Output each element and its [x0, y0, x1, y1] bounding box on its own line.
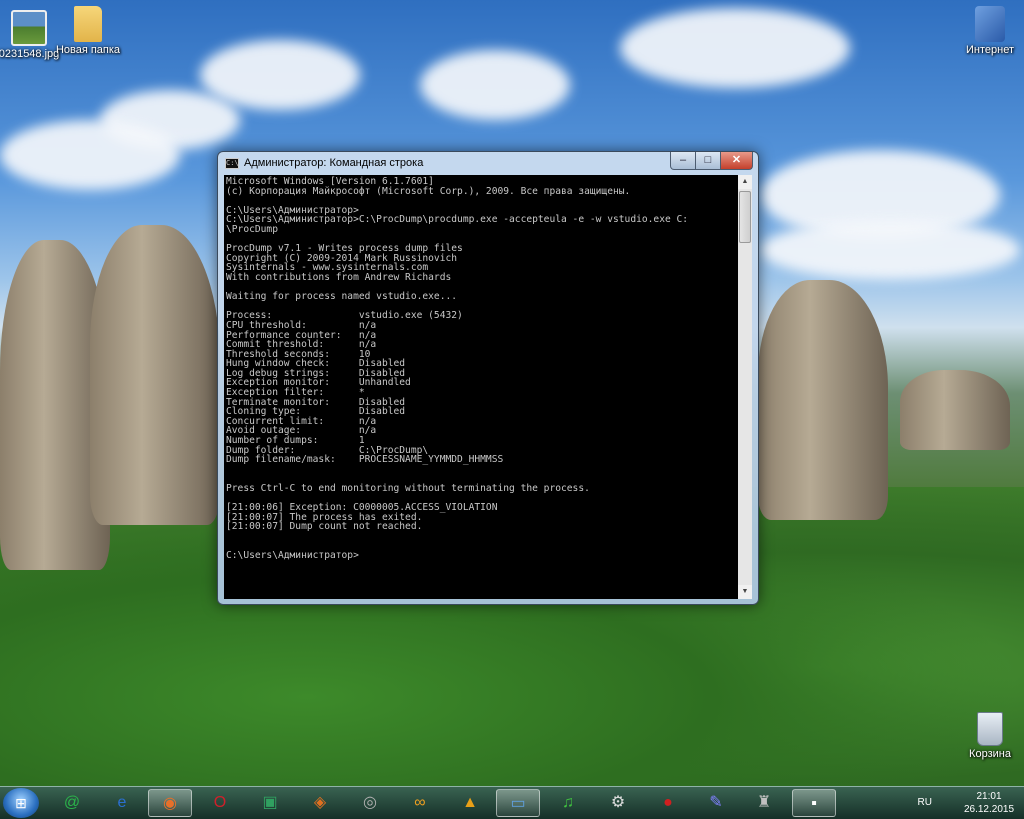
scroll-up-icon[interactable]: ▲: [738, 175, 752, 189]
player-app-icon[interactable]: ◎: [348, 789, 392, 817]
pen-app-icon[interactable]: ✎: [694, 789, 738, 817]
clock-date: 26.12.2015: [963, 804, 1015, 815]
swirl-app-icon[interactable]: ∞: [398, 789, 442, 817]
recycle-bin-icon: [977, 712, 1003, 746]
bottle-app-icon[interactable]: ♜: [742, 789, 786, 817]
scrollbar-thumb[interactable]: [739, 191, 751, 243]
maximize-button[interactable]: □: [695, 152, 721, 170]
desktop-icon-label: Корзина: [969, 748, 1011, 760]
eye-app-icon[interactable]: ◈: [298, 789, 342, 817]
windows-logo-icon: ⊞: [15, 795, 27, 811]
desktop-icon-label: Новая папка: [55, 44, 121, 56]
firefox-icon[interactable]: ◉: [148, 789, 192, 817]
console-text: Microsoft Windows [Version 6.1.7601] (c)…: [226, 176, 689, 562]
clock-time: 21:01: [976, 791, 1002, 802]
command-prompt-window[interactable]: C:\ Администратор: Командная строка – □ …: [217, 151, 759, 605]
system-clock[interactable]: 21:01 26.12.2015: [958, 790, 1020, 816]
console-output[interactable]: Microsoft Windows [Version 6.1.7601] (c)…: [224, 175, 738, 599]
close-button[interactable]: ✕: [720, 152, 753, 170]
minimize-button[interactable]: –: [670, 152, 696, 170]
warning-app-icon[interactable]: ▲: [448, 789, 492, 817]
vertical-scrollbar[interactable]: ▲ ▼: [738, 175, 752, 599]
steam-icon[interactable]: ⚙: [596, 789, 640, 817]
monitor-app-icon[interactable]: ▭: [496, 789, 540, 817]
opera-icon[interactable]: O: [198, 789, 242, 817]
ie-app-icon[interactable]: e: [100, 789, 144, 817]
window-title: Администратор: Командная строка: [244, 157, 424, 169]
scroll-down-icon[interactable]: ▼: [738, 585, 752, 599]
cmd-icon: C:\: [225, 158, 239, 169]
taskbar: ⊞ @ e ◉ O ▣ ◈ ◎ ∞ ▲ ▭ ♫ ⚙ ● ✎ ♜ ▪ RU 21:01 26.12.2015: [0, 786, 1024, 819]
start-button[interactable]: ⊞: [3, 788, 39, 818]
cmd-taskbar-icon[interactable]: ▪: [792, 789, 836, 817]
desktop-icon-internet[interactable]: Интернет: [955, 6, 1024, 56]
display-app-icon[interactable]: ▣: [248, 789, 292, 817]
title-bar[interactable]: C:\ Администратор: Командная строка – □ …: [218, 152, 758, 176]
image-file-icon: [11, 10, 47, 46]
desktop-icon-folder[interactable]: Новая папка: [53, 6, 123, 56]
desktop-icon-label: Интернет: [966, 44, 1014, 56]
language-indicator[interactable]: RU: [918, 797, 932, 808]
folder-icon: [74, 6, 102, 42]
network-icon: [975, 6, 1005, 42]
apple-app-icon[interactable]: ●: [646, 789, 690, 817]
desktop-icon-recycle-bin[interactable]: Корзина: [955, 712, 1024, 760]
mail-agent-icon[interactable]: @: [50, 789, 94, 817]
mp3-app-icon[interactable]: ♫: [546, 789, 590, 817]
